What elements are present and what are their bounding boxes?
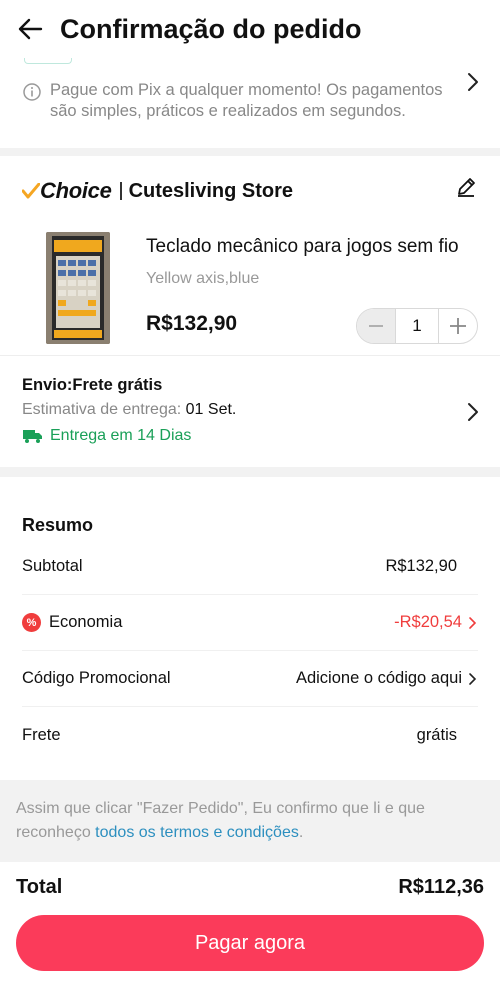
product-title[interactable]: Teclado mecânico para jogos sem fio [146, 236, 476, 258]
delivery-estimate: Estimativa de entrega: 01 Set. [22, 401, 236, 419]
choice-label: Choice [40, 178, 112, 203]
edit-pencil-icon[interactable] [455, 176, 479, 200]
shipping-title: Envio:Frete grátis [22, 376, 163, 394]
quantity-value[interactable]: 1 [395, 309, 439, 343]
checkout-footer: Total R$112,36 Pagar agora [0, 862, 500, 983]
pay-now-button[interactable]: Pagar agora [16, 915, 484, 971]
back-arrow-icon[interactable] [0, 0, 60, 58]
pix-message: Pague com Pix a qualquer momento! Os pag… [50, 81, 443, 120]
subtotal-value: R$132,90 [385, 557, 457, 575]
shipping-value: grátis [416, 725, 457, 744]
economy-row[interactable]: % Economia -R$20,54 [22, 595, 478, 651]
page-title: Confirmação do pedido [60, 13, 362, 44]
summary-title: Resumo [22, 515, 94, 535]
store-header: Choice Cutesliving Store [22, 176, 293, 206]
subtotal-label: Subtotal [22, 557, 83, 575]
estimate-label: Estimativa de entrega: [22, 401, 182, 418]
promo-value[interactable]: Adicione o código aqui [296, 669, 462, 688]
info-icon [22, 82, 46, 106]
minus-icon[interactable] [357, 309, 395, 343]
delivery-days: Entrega em 14 Dias [22, 427, 191, 445]
shipping-label: Frete [22, 725, 61, 744]
promo-label: Código Promocional [22, 669, 171, 687]
shipping-row: Frete grátis [22, 707, 478, 763]
choice-check-icon [22, 183, 40, 199]
chevron-right-icon[interactable] [468, 616, 478, 630]
pix-tag [24, 58, 72, 64]
header: Confirmação do pedido [0, 0, 500, 58]
product-variant[interactable]: Yellow axis,blue [146, 270, 259, 288]
total-label: Total [16, 876, 63, 898]
terms-link[interactable]: todos os termos e condições [95, 824, 299, 841]
terms-end: . [298, 824, 304, 841]
divider [0, 355, 500, 356]
plus-icon[interactable] [439, 309, 477, 343]
promo-code-row[interactable]: Código Promocional Adicione o código aqu… [22, 651, 478, 707]
chevron-right-icon[interactable] [466, 72, 480, 97]
product-image[interactable] [46, 232, 110, 344]
product-price: R$132,90 [146, 312, 238, 335]
total-value: R$112,36 [398, 876, 484, 898]
economy-value: -R$20,54 [394, 613, 462, 631]
truck-icon [23, 430, 42, 443]
quantity-stepper: 1 [356, 308, 478, 344]
pix-banner[interactable]: Pague com Pix a qualquer momento! Os pag… [0, 58, 500, 148]
terms-notice: Assim que clicar "Fazer Pedido", Eu conf… [0, 780, 500, 862]
order-summary: Resumo Subtotal R$132,90 % Economia -R$2… [0, 477, 500, 780]
store-card: Choice Cutesliving Store Teclado mecânic… [0, 156, 500, 467]
store-separator [119, 182, 122, 200]
subtotal-row: Subtotal R$132,90 [22, 539, 478, 595]
chevron-right-icon[interactable] [468, 672, 478, 686]
chevron-right-icon[interactable] [466, 402, 480, 427]
choice-logo: Choice [22, 178, 112, 204]
delivery-days-label: Entrega em 14 Dias [50, 427, 192, 444]
store-name[interactable]: Cutesliving Store [129, 180, 293, 203]
economy-label: Economia [49, 613, 123, 631]
estimate-value: 01 Set. [185, 401, 237, 418]
discount-badge-icon: % [22, 613, 41, 632]
